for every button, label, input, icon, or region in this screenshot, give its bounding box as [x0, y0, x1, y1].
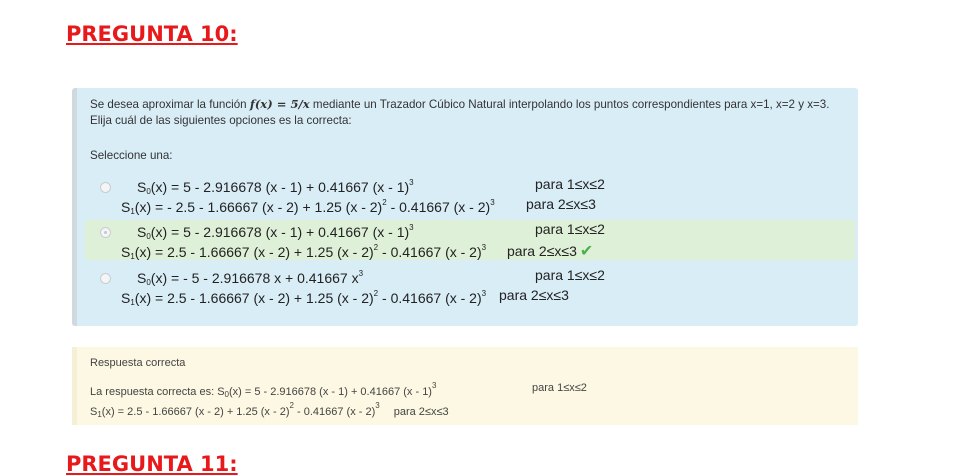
question-text: Se desea aproximar la función f(x) = 5/x…: [90, 97, 830, 127]
option-2-cond2: para 2≤x≤3: [507, 243, 577, 259]
feedback-status: Respuesta correcta: [90, 357, 186, 369]
option-3-line2: S1(x) = 2.5 - 1.66667 (x - 2) + 1.25 (x …: [121, 289, 487, 307]
option-3-radio[interactable]: [100, 273, 111, 284]
option-1-cond2: para 2≤x≤3: [526, 196, 596, 212]
option-1[interactable]: S0(x) = 5 - 2.916678 (x - 1) + 0.41667 (…: [85, 175, 855, 216]
option-1-cond1: para 1≤x≤2: [535, 176, 605, 192]
next-question-heading: PREGUNTA 11:: [66, 452, 238, 476]
feedback-cond1: para 1≤x≤2: [532, 382, 587, 394]
option-2-cond1: para 1≤x≤2: [535, 221, 605, 237]
option-1-line2: S1(x) = - 2.5 - 1.66667 (x - 2) + 1.25 (…: [121, 198, 495, 216]
question-heading: PREGUNTA 10:: [66, 22, 238, 46]
option-3-cond1: para 1≤x≤2: [535, 267, 605, 283]
option-3[interactable]: S0(x) = - 5 - 2.916678 x + 0.41667 x3 pa…: [85, 266, 855, 307]
feedback-prefix: La respuesta correcta es:: [90, 386, 218, 398]
option-1-radio[interactable]: [100, 182, 111, 193]
check-icon: ✔: [579, 243, 594, 260]
feedback-box: Respuesta correcta La respuesta correcta…: [72, 347, 858, 425]
select-prompt: Seleccione una:: [90, 149, 173, 162]
feedback-line1: S0(x) = 5 - 2.916678 (x - 1) + 0.41667 (…: [217, 381, 437, 399]
option-3-cond2: para 2≤x≤3: [499, 287, 569, 303]
feedback-line2: S1(x) = 2.5 - 1.66667 (x - 2) + 1.25 (x …: [90, 401, 380, 419]
function-formula: f(x) = 5/x: [249, 97, 310, 111]
option-2[interactable]: S0(x) = 5 - 2.916678 (x - 1) + 0.41667 (…: [85, 220, 855, 261]
option-2-radio[interactable]: [100, 227, 111, 238]
option-2-line2: S1(x) = 2.5 - 1.66667 (x - 2) + 1.25 (x …: [121, 243, 487, 261]
feedback-cond2: para 2≤x≤3: [393, 406, 449, 418]
question-box: Se desea aproximar la función f(x) = 5/x…: [72, 88, 858, 326]
